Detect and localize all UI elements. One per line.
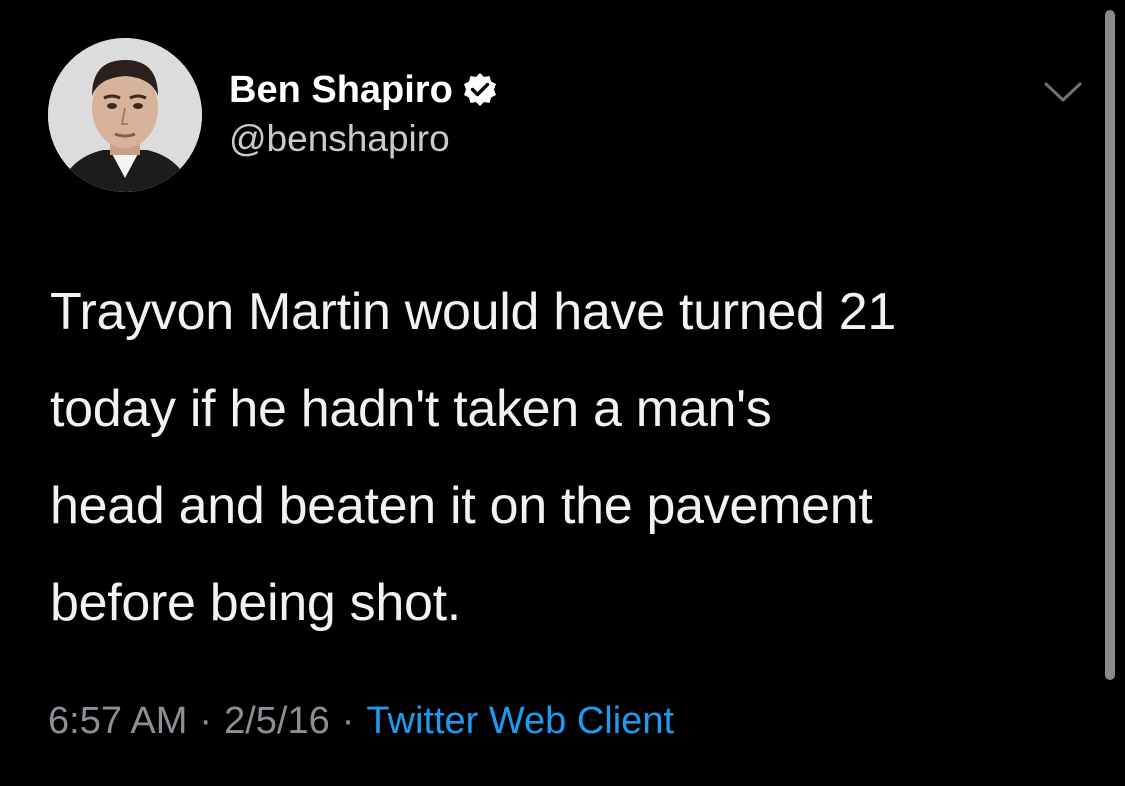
tweet-metadata: 6:57 AM · 2/5/16 · Twitter Web Client <box>48 700 674 743</box>
author-name-row: Ben Shapiro <box>229 64 499 116</box>
tweet-text-line: Trayvon Martin would have turned 21 <box>50 283 897 341</box>
tweet-time[interactable]: 6:57 AM <box>48 700 187 742</box>
tweet-source-link[interactable]: Twitter Web Client <box>366 700 674 742</box>
tweet-text-line: today if he hadn't taken a man's <box>50 380 772 438</box>
tweet-card: Ben Shapiro @benshapiro Trayvon Martin w… <box>0 0 1125 786</box>
meta-separator: · <box>341 700 355 742</box>
meta-separator: · <box>199 700 213 742</box>
tweet-text: Trayvon Martin would have turned 21 toda… <box>50 264 1090 652</box>
author-avatar[interactable] <box>48 38 202 192</box>
tweet-date[interactable]: 2/5/16 <box>224 700 330 742</box>
verified-badge-icon <box>461 71 499 109</box>
scrollbar[interactable] <box>1105 10 1115 680</box>
avatar-photo-icon <box>48 38 202 192</box>
tweet-text-line: before being shot. <box>50 574 461 632</box>
chevron-down-icon[interactable] <box>1042 76 1084 106</box>
tweet-text-line: head and beaten it on the pavement <box>50 477 873 535</box>
author-display-name[interactable]: Ben Shapiro <box>229 69 453 112</box>
author-handle[interactable]: @benshapiro <box>229 118 450 160</box>
